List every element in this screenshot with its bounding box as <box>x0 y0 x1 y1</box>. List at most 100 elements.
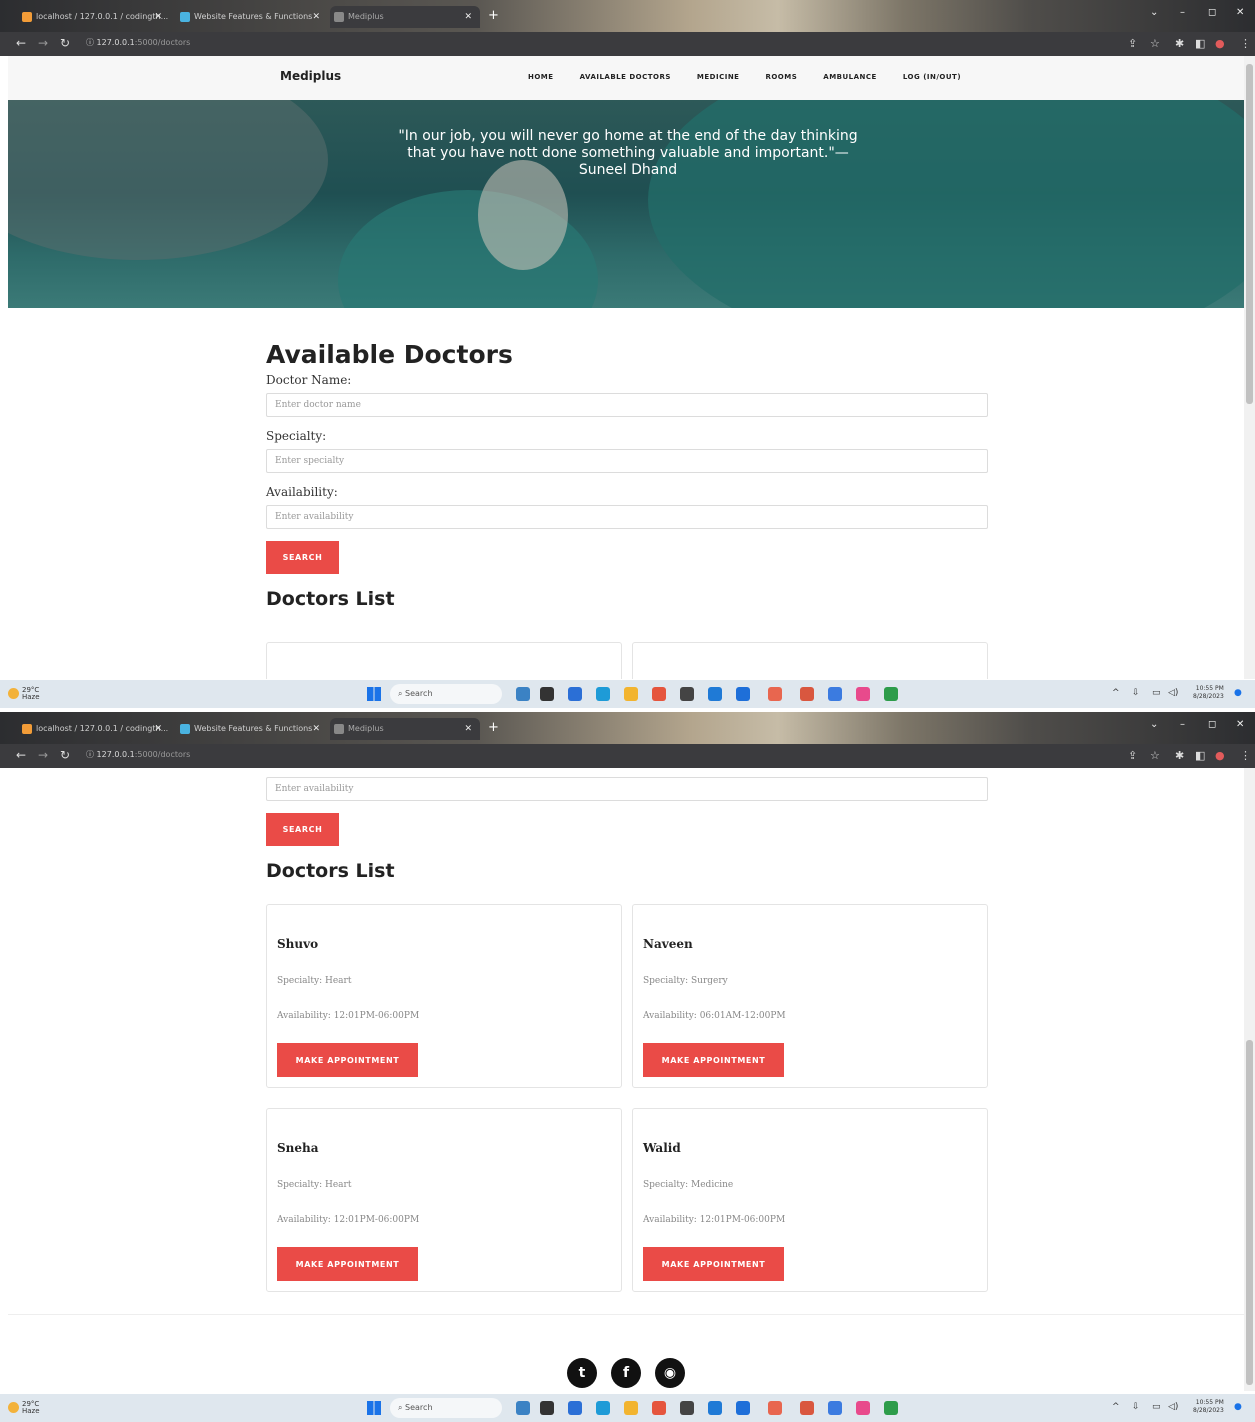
reload-icon[interactable]: ↻ <box>60 748 70 762</box>
facebook-icon[interactable]: f <box>611 1358 641 1388</box>
browser-tab[interactable]: localhost / 127.0.0.1 / codingth... ✕ <box>18 718 170 740</box>
make-appointment-button[interactable]: MAKE APPOINTMENT <box>277 1043 418 1077</box>
close-icon[interactable]: ✕ <box>312 718 320 740</box>
taskbar-app-icon[interactable] <box>680 687 694 701</box>
make-appointment-button[interactable]: MAKE APPOINTMENT <box>643 1043 784 1077</box>
weather-widget[interactable]: 29°C Haze <box>22 1401 40 1415</box>
back-icon[interactable]: ← <box>16 36 26 50</box>
notification-icon[interactable]: ● <box>1234 1402 1242 1412</box>
make-appointment-button[interactable]: MAKE APPOINTMENT <box>643 1247 784 1281</box>
taskbar-app-icon[interactable] <box>596 1401 610 1415</box>
availability-input[interactable] <box>266 777 988 801</box>
close-window-icon[interactable]: ✕ <box>1236 719 1244 730</box>
taskbar-app-icon[interactable] <box>708 687 722 701</box>
nav-link-rooms[interactable]: ROOMS <box>765 73 797 81</box>
star-icon[interactable]: ☆ <box>1150 749 1160 762</box>
restore-icon[interactable]: ◻ <box>1208 7 1216 18</box>
close-window-icon[interactable]: ✕ <box>1236 7 1244 18</box>
taskbar-app-icon[interactable] <box>680 1401 694 1415</box>
profile-icon[interactable]: ● <box>1215 749 1225 762</box>
weather-widget[interactable]: 29°C Haze <box>22 687 40 701</box>
github-icon[interactable]: ◉ <box>655 1358 685 1388</box>
tray-network-icon[interactable]: ▭ <box>1152 688 1161 698</box>
taskbar-app-icon[interactable] <box>652 687 666 701</box>
browser-tab-active[interactable]: Mediplus ✕ <box>330 718 480 740</box>
make-appointment-button[interactable]: MAKE APPOINTMENT <box>277 1247 418 1281</box>
browser-tab[interactable]: localhost / 127.0.0.1 / codingth... ✕ <box>18 6 170 28</box>
taskbar-app-icon[interactable] <box>800 687 814 701</box>
extensions-icon[interactable]: ✱ <box>1175 749 1184 762</box>
extensions-icon[interactable]: ✱ <box>1175 37 1184 50</box>
taskbar-app-icon[interactable] <box>624 687 638 701</box>
specialty-input[interactable] <box>266 449 988 473</box>
taskbar-app-icon[interactable] <box>568 687 582 701</box>
sidebar-icon[interactable]: ◧ <box>1195 37 1205 50</box>
menu-icon[interactable]: ⋮ <box>1240 37 1251 50</box>
taskbar-app-icon[interactable] <box>828 687 842 701</box>
taskbar-app-icon[interactable] <box>856 1401 870 1415</box>
taskbar-search[interactable]: ⌕ Search <box>390 1398 502 1418</box>
tray-network-icon[interactable]: ▭ <box>1152 1402 1161 1412</box>
windows-start-icon[interactable] <box>367 687 381 701</box>
search-button[interactable]: SEARCH <box>266 813 339 846</box>
taskbar-app-icon[interactable] <box>540 1401 554 1415</box>
availability-input[interactable] <box>266 505 988 529</box>
site-brand[interactable]: Mediplus <box>280 69 341 83</box>
tray-volume-icon[interactable]: ◁) <box>1168 1402 1178 1412</box>
taskbar-app-icon[interactable] <box>736 687 750 701</box>
taskbar-clock[interactable]: 10:55 PM 8/28/2023 <box>1193 1399 1224 1415</box>
nav-link-ambulance[interactable]: AMBULANCE <box>823 73 877 81</box>
taskbar-app-icon[interactable] <box>856 687 870 701</box>
reload-icon[interactable]: ↻ <box>60 36 70 50</box>
taskbar-app-icon[interactable] <box>884 687 898 701</box>
taskbar-app-icon[interactable] <box>884 1401 898 1415</box>
taskbar-app-icon[interactable] <box>624 1401 638 1415</box>
close-icon[interactable]: ✕ <box>464 718 472 740</box>
tray-volume-icon[interactable]: ◁) <box>1168 688 1178 698</box>
forward-icon[interactable]: → <box>38 748 48 762</box>
taskbar-app-icon[interactable] <box>800 1401 814 1415</box>
tray-usb-icon[interactable]: ⇩ <box>1132 1402 1140 1412</box>
taskbar-app-icon[interactable] <box>828 1401 842 1415</box>
tray-chevron-icon[interactable]: ^ <box>1112 688 1120 698</box>
tray-usb-icon[interactable]: ⇩ <box>1132 688 1140 698</box>
minimize-icon[interactable]: – <box>1180 719 1185 730</box>
forward-icon[interactable]: → <box>38 36 48 50</box>
taskbar-app-icon[interactable] <box>708 1401 722 1415</box>
taskbar-clock[interactable]: 10:55 PM 8/28/2023 <box>1193 685 1224 701</box>
notification-icon[interactable]: ● <box>1234 688 1242 698</box>
close-icon[interactable]: ✕ <box>154 718 162 740</box>
nav-link-login[interactable]: LOG (IN/OUT) <box>903 73 961 81</box>
page-scrollbar[interactable] <box>1244 768 1255 1391</box>
chevron-down-icon[interactable]: ⌄ <box>1150 719 1158 730</box>
scrollbar-thumb[interactable] <box>1246 1040 1253 1385</box>
close-icon[interactable]: ✕ <box>154 6 162 28</box>
taskbar-app-icon[interactable] <box>768 687 782 701</box>
menu-icon[interactable]: ⋮ <box>1240 749 1251 762</box>
address-bar[interactable]: ⓘ 127.0.0.1:5000/doctors <box>86 37 190 48</box>
windows-start-icon[interactable] <box>367 1401 381 1415</box>
doctor-name-input[interactable] <box>266 393 988 417</box>
taskbar-app-icon[interactable] <box>768 1401 782 1415</box>
search-button[interactable]: SEARCH <box>266 541 339 574</box>
taskbar-app-icon[interactable] <box>568 1401 582 1415</box>
taskbar-app-icon[interactable] <box>516 687 530 701</box>
star-icon[interactable]: ☆ <box>1150 37 1160 50</box>
restore-icon[interactable]: ◻ <box>1208 719 1216 730</box>
back-icon[interactable]: ← <box>16 748 26 762</box>
taskbar-app-icon[interactable] <box>736 1401 750 1415</box>
scrollbar-thumb[interactable] <box>1246 64 1253 404</box>
taskbar-search[interactable]: ⌕ Search <box>390 684 502 704</box>
minimize-icon[interactable]: – <box>1180 7 1185 18</box>
taskbar-app-icon[interactable] <box>516 1401 530 1415</box>
taskbar-app-icon[interactable] <box>540 687 554 701</box>
page-scrollbar[interactable] <box>1244 56 1255 679</box>
nav-link-medicine[interactable]: MEDICINE <box>697 73 740 81</box>
profile-icon[interactable]: ● <box>1215 37 1225 50</box>
nav-link-available-doctors[interactable]: AVAILABLE DOCTORS <box>580 73 671 81</box>
taskbar-app-icon[interactable] <box>596 687 610 701</box>
share-icon[interactable]: ⇪ <box>1128 37 1137 50</box>
browser-tab[interactable]: Website Features & Functions ✕ <box>176 718 328 740</box>
close-icon[interactable]: ✕ <box>312 6 320 28</box>
chevron-down-icon[interactable]: ⌄ <box>1150 7 1158 18</box>
